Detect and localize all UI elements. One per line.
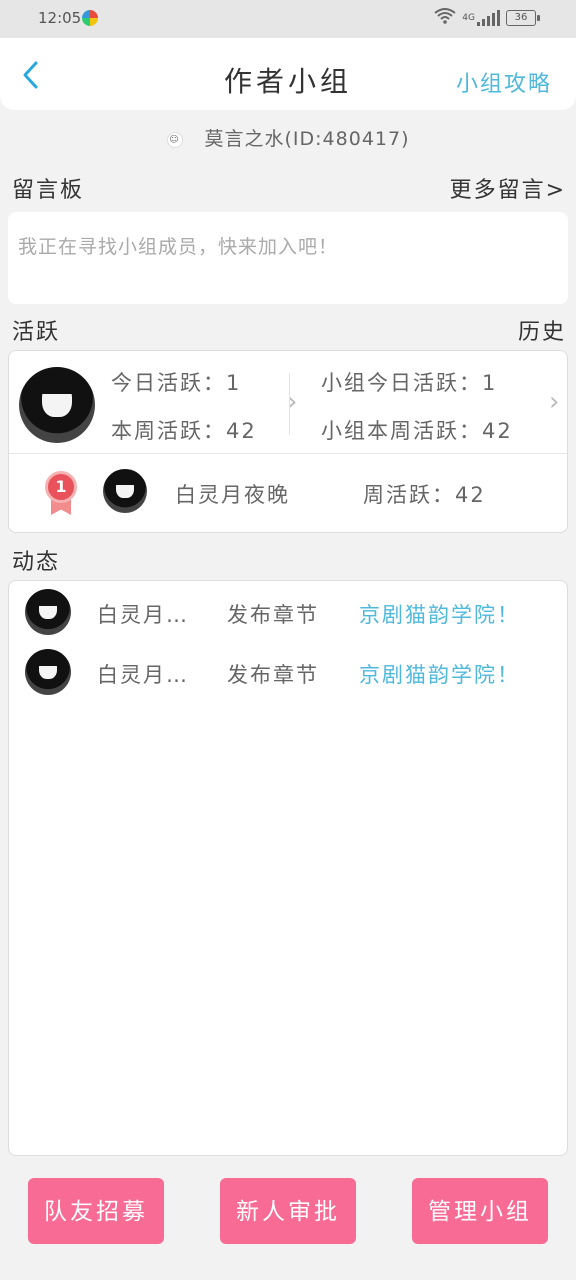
group-owner: ☺ 莫言之水(ID:480417): [0, 124, 576, 151]
message-board-title: 留言板: [12, 178, 85, 203]
signal-icon: [477, 10, 500, 26]
message-board-placeholder: 我正在寻找小组成员，快来加入吧！: [18, 236, 339, 258]
group-today-activity: 小组今日活跃：1: [321, 371, 498, 395]
battery-icon: 36: [506, 10, 540, 26]
my-week-activity: 本周活跃：42: [111, 419, 257, 443]
my-today-activity: 今日活跃：1: [111, 371, 242, 395]
list-item[interactable]: 白灵月… 发布章节 京剧猫韵学院！: [9, 589, 567, 639]
wifi-icon: [434, 8, 456, 28]
member-weekly-activity: 周活跃：42: [363, 483, 486, 507]
feed-action: 发布章节: [227, 663, 319, 687]
group-guide-link[interactable]: 小组攻略: [456, 66, 552, 98]
avatar: [25, 649, 71, 695]
status-bar: 12:05 4G 36: [0, 0, 576, 38]
manage-group-button[interactable]: 管理小组: [412, 1178, 548, 1244]
approve-newcomers-button[interactable]: 新人审批: [220, 1178, 356, 1244]
more-messages-link[interactable]: 更多留言>: [450, 172, 566, 204]
activity-title: 活跃: [12, 320, 61, 345]
list-item[interactable]: 白灵月… 发布章节 京剧猫韵学院！: [9, 649, 567, 699]
feed-user-name: 白灵月…: [97, 603, 189, 627]
chevron-right-icon: ›: [549, 387, 560, 417]
group-week-activity: 小组本周活跃：42: [321, 419, 513, 443]
feed-user-name: 白灵月…: [97, 663, 189, 687]
message-board[interactable]: 我正在寻找小组成员，快来加入吧！: [8, 212, 568, 304]
rank-number: 1: [45, 471, 77, 503]
medal-icon: 1: [45, 471, 77, 515]
history-link[interactable]: 历史: [518, 314, 566, 346]
recruit-teammates-button[interactable]: 队友招募: [28, 1178, 164, 1244]
network-type: 4G: [462, 13, 475, 23]
avatar: [19, 367, 95, 443]
status-time: 12:05: [38, 9, 82, 27]
status-icons: 4G 36: [434, 8, 540, 28]
member-name: 白灵月夜晚: [175, 483, 290, 507]
app-notification-icon: [82, 10, 98, 26]
avatar: [25, 589, 71, 635]
feed-title: 动态: [12, 550, 61, 575]
header: 作者小组 小组攻略: [0, 38, 576, 110]
divider: [9, 453, 567, 454]
feed-book-link[interactable]: 京剧猫韵学院！: [359, 659, 520, 689]
feed-list: 白灵月… 发布章节 京剧猫韵学院！ 白灵月… 发布章节 京剧猫韵学院！: [8, 580, 568, 1156]
activity-card: 今日活跃：1 本周活跃：42 › 小组今日活跃：1 小组本周活跃：42 › 1 …: [8, 350, 568, 533]
feed-book-link[interactable]: 京剧猫韵学院！: [359, 599, 520, 629]
divider: [289, 373, 290, 435]
user-icon: ☺: [166, 131, 183, 148]
avatar: [103, 469, 147, 513]
owner-name: 莫言之水(ID:480417): [204, 128, 410, 150]
feed-action: 发布章节: [227, 603, 319, 627]
